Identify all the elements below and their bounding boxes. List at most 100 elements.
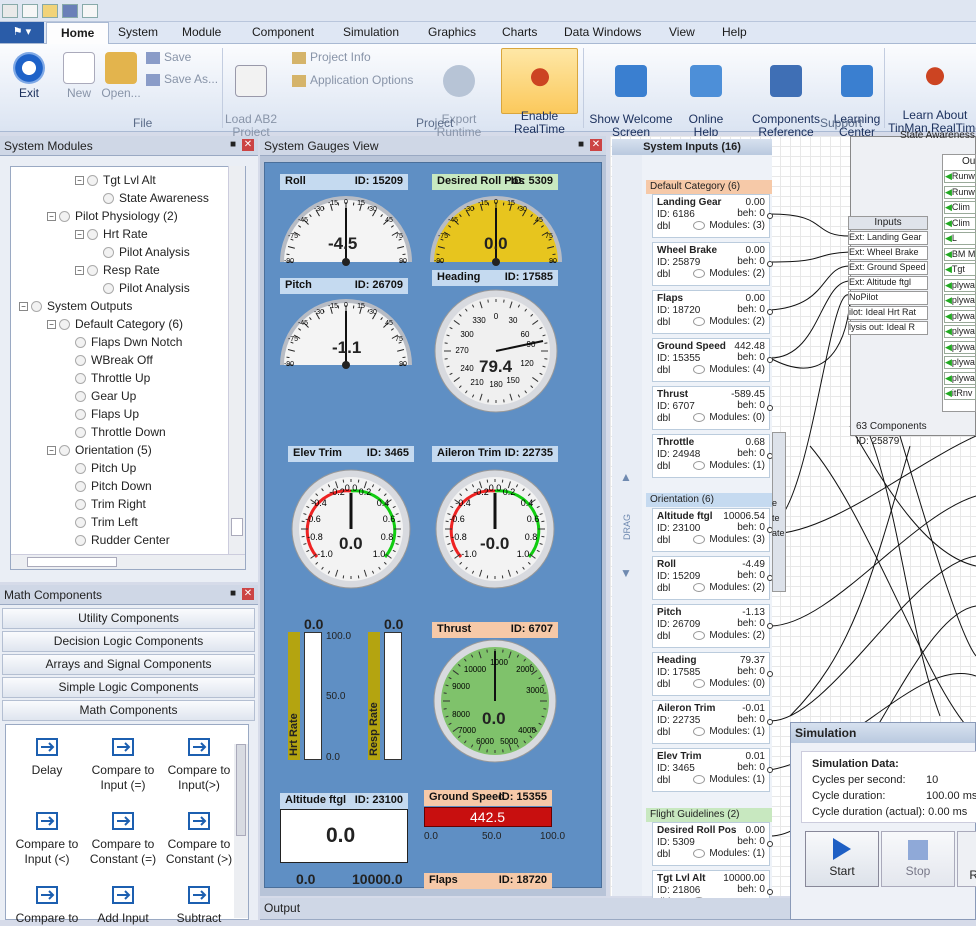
- tree-scrollbar-v[interactable]: [228, 166, 245, 554]
- input-card[interactable]: Ground Speed442.48ID: 15355beh: 0dblModu…: [652, 338, 770, 382]
- output-port[interactable]: [767, 841, 773, 847]
- tree-item[interactable]: Flaps Up: [75, 407, 139, 421]
- input-card[interactable]: Thrust-589.45ID: 6707beh: 0dblModules: (…: [652, 386, 770, 430]
- category-math[interactable]: Math Components: [2, 700, 255, 721]
- tree-item[interactable]: Rudder Center: [75, 533, 170, 547]
- category-utility[interactable]: Utility Components: [2, 608, 255, 629]
- input-card[interactable]: Desired Roll Pos0.00ID: 5309beh: 0dblMod…: [652, 822, 770, 866]
- output-port[interactable]: [767, 261, 773, 267]
- collapse-icon[interactable]: −: [47, 320, 56, 329]
- input-card[interactable]: Pitch-1.13ID: 26709beh: 0dblModules: (2): [652, 604, 770, 648]
- print-icon[interactable]: [82, 4, 98, 18]
- input-card[interactable]: Wheel Brake0.00ID: 25879beh: 0dblModules…: [652, 242, 770, 286]
- load-ab2-button[interactable]: Load AB2 Project: [224, 52, 278, 139]
- module-output-port[interactable]: ◀Runw: [944, 170, 976, 183]
- open-icon[interactable]: [42, 4, 58, 18]
- module-input-port[interactable]: Ext: Wheel Brake: [848, 246, 928, 260]
- default-category-section[interactable]: Default Category (6): [646, 180, 772, 194]
- module-input-port[interactable]: Ext: Altitude ftgl: [848, 276, 928, 290]
- application-menu-button[interactable]: ⚑ ▾: [0, 22, 44, 43]
- orientation-section[interactable]: Orientation (6): [646, 493, 772, 507]
- new-icon[interactable]: [22, 4, 38, 18]
- tab-help[interactable]: Help: [722, 25, 747, 39]
- tree-item[interactable]: Throttle Up: [75, 371, 150, 385]
- collapse-icon[interactable]: −: [75, 230, 84, 239]
- output-port[interactable]: [767, 309, 773, 315]
- tree-item[interactable]: Pilot Analysis: [103, 281, 190, 295]
- tree-item[interactable]: Pitch Up: [75, 461, 136, 475]
- collapse-icon[interactable]: −: [19, 302, 28, 311]
- tree-item[interactable]: Trim Right: [75, 497, 146, 511]
- module-output-port[interactable]: ◀plywav: [944, 279, 976, 292]
- pin-icon[interactable]: ■: [230, 139, 236, 150]
- tree-item[interactable]: −Hrt Rate: [75, 227, 148, 241]
- category-simple-logic[interactable]: Simple Logic Components: [2, 677, 255, 698]
- close-icon[interactable]: ✕: [590, 139, 602, 151]
- module-input-port[interactable]: Ext: Landing Gear: [848, 231, 928, 245]
- tab-component[interactable]: Component: [252, 25, 314, 39]
- output-port[interactable]: [767, 671, 773, 677]
- tree-item[interactable]: Pilot Analysis: [103, 245, 190, 259]
- tree-item[interactable]: Throttle Down: [75, 425, 166, 439]
- output-port[interactable]: [767, 767, 773, 773]
- math-component-item[interactable]: Compare to Constant (>): [160, 809, 238, 867]
- module-input-port[interactable]: ilot: Ideal Hrt Rat: [848, 306, 928, 320]
- close-icon[interactable]: ✕: [242, 588, 254, 600]
- module-output-port[interactable]: ◀plywav: w: [944, 294, 976, 307]
- tree-item[interactable]: −System Outputs: [19, 299, 132, 313]
- tab-charts[interactable]: Charts: [502, 25, 537, 39]
- tab-module[interactable]: Module: [182, 25, 221, 39]
- close-icon[interactable]: ✕: [242, 139, 254, 151]
- tree-item[interactable]: −Default Category (6): [47, 317, 183, 331]
- pin-icon[interactable]: ■: [230, 588, 236, 599]
- save-as-button[interactable]: Save As...: [146, 73, 221, 86]
- module-output-port[interactable]: ◀BM Ma: [944, 248, 976, 261]
- collapse-icon[interactable]: −: [75, 176, 84, 185]
- output-port[interactable]: [767, 405, 773, 411]
- tab-graphics[interactable]: Graphics: [428, 25, 476, 39]
- math-component-item[interactable]: Delay: [8, 735, 86, 778]
- module-output-port[interactable]: ◀Clim: [944, 217, 976, 230]
- module-output-port[interactable]: ◀Runw: [944, 186, 976, 199]
- input-card[interactable]: Roll-4.49ID: 15209beh: 0dblModules: (2): [652, 556, 770, 600]
- tree-item[interactable]: −Resp Rate: [75, 263, 160, 277]
- output-port[interactable]: [767, 889, 773, 895]
- input-card[interactable]: Throttle0.68ID: 24948beh: 0dblModules: (…: [652, 434, 770, 478]
- tree-item[interactable]: −Tgt Lvl Alt: [75, 173, 156, 187]
- tree-item[interactable]: Flaps Dwn Notch: [75, 335, 182, 349]
- collapse-icon[interactable]: −: [47, 446, 56, 455]
- app-options-button[interactable]: Application Options: [292, 74, 422, 87]
- category-arrays-signal[interactable]: Arrays and Signal Components: [2, 654, 255, 675]
- module-output-port[interactable]: ◀itRnv: [944, 387, 976, 400]
- module-output-port[interactable]: ◀L: [944, 232, 976, 245]
- start-button[interactable]: Start: [805, 831, 879, 887]
- tree-item[interactable]: Pitch Down: [75, 479, 152, 493]
- module-output-port[interactable]: ◀plywav: [944, 356, 976, 369]
- module-input-port[interactable]: lysis out: Ideal R: [848, 321, 928, 335]
- hscroll-thumb[interactable]: [27, 557, 117, 567]
- project-info-button[interactable]: Project Info: [292, 51, 392, 64]
- module-output-port[interactable]: ◀Tgt: [944, 263, 976, 276]
- scroll-thumb[interactable]: [231, 518, 243, 536]
- save-button[interactable]: Save: [146, 51, 216, 64]
- learn-about-button[interactable]: Learn About TinMan RealTime: [888, 52, 976, 135]
- math-component-item[interactable]: Compare to Input(>): [160, 735, 238, 793]
- enable-realtime-button[interactable]: Enable RealTime Data: [501, 48, 578, 114]
- output-port[interactable]: [767, 719, 773, 725]
- output-port[interactable]: [767, 623, 773, 629]
- module-output-port[interactable]: ◀plywav: [944, 341, 976, 354]
- input-card[interactable]: Altitude ftgl10006.54ID: 23100beh: 0dblM…: [652, 508, 770, 552]
- collapse-icon[interactable]: −: [47, 212, 56, 221]
- input-card[interactable]: Elev Trim0.01ID: 3465beh: 0dblModules: (…: [652, 748, 770, 792]
- input-card[interactable]: Heading79.37ID: 17585beh: 0dblModules: (…: [652, 652, 770, 696]
- new-button[interactable]: New: [60, 52, 98, 100]
- tree-item[interactable]: Trim Left: [75, 515, 138, 529]
- output-port[interactable]: [767, 357, 773, 363]
- math-component-item[interactable]: Compare to Input (=): [84, 735, 162, 793]
- module-input-port[interactable]: NoPilot: [848, 291, 928, 305]
- math-scrollbar[interactable]: [234, 744, 248, 918]
- input-card[interactable]: Aileron Trim-0.01ID: 22735beh: 0dblModul…: [652, 700, 770, 744]
- show-welcome-button[interactable]: Show Welcome Screen: [589, 52, 673, 139]
- save-icon[interactable]: [62, 4, 78, 18]
- reset-button[interactable]: R: [957, 831, 976, 887]
